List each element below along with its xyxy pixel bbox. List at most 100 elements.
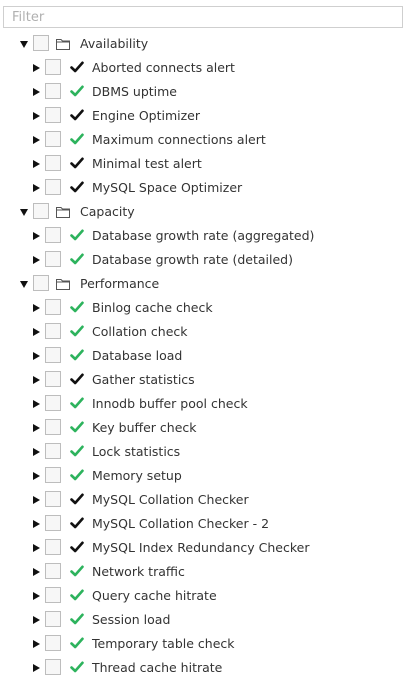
collapse-arrow-icon[interactable] [20, 41, 28, 48]
tree-item-row[interactable]: DBMS uptime [0, 80, 406, 104]
tree-item-row[interactable]: MySQL Collation Checker - 2 [0, 512, 406, 536]
green-checkmark-icon [70, 564, 84, 578]
expand-arrow-icon[interactable] [33, 256, 40, 264]
item-label: Database growth rate (detailed) [92, 252, 293, 267]
expand-arrow-icon[interactable] [33, 640, 40, 648]
item-checkbox[interactable] [45, 563, 61, 579]
item-checkbox[interactable] [45, 611, 61, 627]
expand-arrow-icon[interactable] [33, 184, 40, 192]
item-checkbox[interactable] [45, 515, 61, 531]
collapse-arrow-icon[interactable] [20, 281, 28, 288]
tree-item-row[interactable]: Aborted connects alert [0, 56, 406, 80]
tree-item-row[interactable]: Database load [0, 344, 406, 368]
group-checkbox[interactable] [33, 35, 49, 51]
tree-item-row[interactable]: Key buffer check [0, 416, 406, 440]
expand-arrow-icon[interactable] [33, 64, 40, 72]
expand-arrow-icon[interactable] [33, 232, 40, 240]
item-checkbox[interactable] [45, 155, 61, 171]
expand-arrow-icon[interactable] [33, 616, 40, 624]
expand-arrow-icon[interactable] [33, 520, 40, 528]
item-checkbox[interactable] [45, 443, 61, 459]
tree-item-row[interactable]: MySQL Collation Checker [0, 488, 406, 512]
expand-arrow-icon[interactable] [33, 328, 40, 336]
tree-item-row[interactable]: Session load [0, 608, 406, 632]
expand-arrow-icon[interactable] [33, 88, 40, 96]
tree-item-row[interactable]: Minimal test alert [0, 152, 406, 176]
item-checkbox[interactable] [45, 395, 61, 411]
item-checkbox[interactable] [45, 323, 61, 339]
expand-arrow-icon[interactable] [33, 496, 40, 504]
tree-item-row[interactable]: Binlog cache check [0, 296, 406, 320]
expand-arrow-icon[interactable] [33, 544, 40, 552]
item-checkbox[interactable] [45, 83, 61, 99]
item-checkbox[interactable] [45, 635, 61, 651]
black-checkmark-icon [70, 108, 84, 122]
tree-item-row[interactable]: MySQL Space Optimizer [0, 176, 406, 200]
item-checkbox[interactable] [45, 491, 61, 507]
item-label: Maximum connections alert [92, 132, 266, 147]
item-checkbox[interactable] [45, 179, 61, 195]
tree-group-row[interactable]: Availability [0, 32, 406, 56]
expand-arrow-icon[interactable] [33, 112, 40, 120]
tree-item-row[interactable]: Engine Optimizer [0, 104, 406, 128]
expand-arrow-icon[interactable] [33, 136, 40, 144]
item-checkbox[interactable] [45, 587, 61, 603]
group-checkbox[interactable] [33, 275, 49, 291]
item-checkbox[interactable] [45, 299, 61, 315]
item-checkbox[interactable] [45, 347, 61, 363]
black-checkmark-icon [70, 516, 84, 530]
item-checkbox[interactable] [45, 131, 61, 147]
expand-arrow-icon[interactable] [33, 664, 40, 672]
tree-item-row[interactable]: Database growth rate (detailed) [0, 248, 406, 272]
green-checkmark-icon [70, 444, 84, 458]
expand-arrow-icon[interactable] [33, 448, 40, 456]
group-checkbox[interactable] [33, 203, 49, 219]
filter-input[interactable] [4, 7, 402, 27]
item-label: Query cache hitrate [92, 588, 217, 603]
tree-item-row[interactable]: Gather statistics [0, 368, 406, 392]
tree-item-row[interactable]: Network traffic [0, 560, 406, 584]
expand-arrow-icon[interactable] [33, 160, 40, 168]
item-checkbox[interactable] [45, 419, 61, 435]
item-label: Memory setup [92, 468, 182, 483]
tree-item-row[interactable]: Thread cache hitrate [0, 656, 406, 680]
green-checkmark-icon [70, 660, 84, 674]
tree-item-row[interactable]: Collation check [0, 320, 406, 344]
item-checkbox[interactable] [45, 251, 61, 267]
tree-item-row[interactable]: MySQL Index Redundancy Checker [0, 536, 406, 560]
item-checkbox[interactable] [45, 371, 61, 387]
collapse-arrow-icon[interactable] [20, 209, 28, 216]
green-checkmark-icon [70, 348, 84, 362]
item-label: Aborted connects alert [92, 60, 235, 75]
black-checkmark-icon [70, 156, 84, 170]
tree-item-row[interactable]: Lock statistics [0, 440, 406, 464]
expand-arrow-icon[interactable] [33, 304, 40, 312]
expand-arrow-icon[interactable] [33, 352, 40, 360]
tree-item-row[interactable]: Maximum connections alert [0, 128, 406, 152]
expand-arrow-icon[interactable] [33, 592, 40, 600]
expand-arrow-icon[interactable] [33, 376, 40, 384]
item-checkbox[interactable] [45, 539, 61, 555]
tree-item-row[interactable]: Database growth rate (aggregated) [0, 224, 406, 248]
item-checkbox[interactable] [45, 59, 61, 75]
item-checkbox[interactable] [45, 659, 61, 675]
expand-arrow-icon[interactable] [33, 400, 40, 408]
green-checkmark-icon [70, 588, 84, 602]
expand-arrow-icon[interactable] [33, 472, 40, 480]
item-label: Thread cache hitrate [92, 660, 223, 675]
expand-arrow-icon[interactable] [33, 424, 40, 432]
tree-item-row[interactable]: Innodb buffer pool check [0, 392, 406, 416]
tree-item-row[interactable]: Query cache hitrate [0, 584, 406, 608]
green-checkmark-icon [70, 612, 84, 626]
item-checkbox[interactable] [45, 107, 61, 123]
tree-item-row[interactable]: Memory setup [0, 464, 406, 488]
tree-group-row[interactable]: Capacity [0, 200, 406, 224]
tree-item-row[interactable]: Temporary table check [0, 632, 406, 656]
expand-arrow-icon[interactable] [33, 568, 40, 576]
item-checkbox[interactable] [45, 227, 61, 243]
tree-group-row[interactable]: Performance [0, 272, 406, 296]
item-label: Temporary table check [92, 636, 235, 651]
item-checkbox[interactable] [45, 467, 61, 483]
folder-icon [56, 38, 70, 50]
rule-tree: Availability Aborted connects alert DBMS u… [0, 32, 406, 680]
